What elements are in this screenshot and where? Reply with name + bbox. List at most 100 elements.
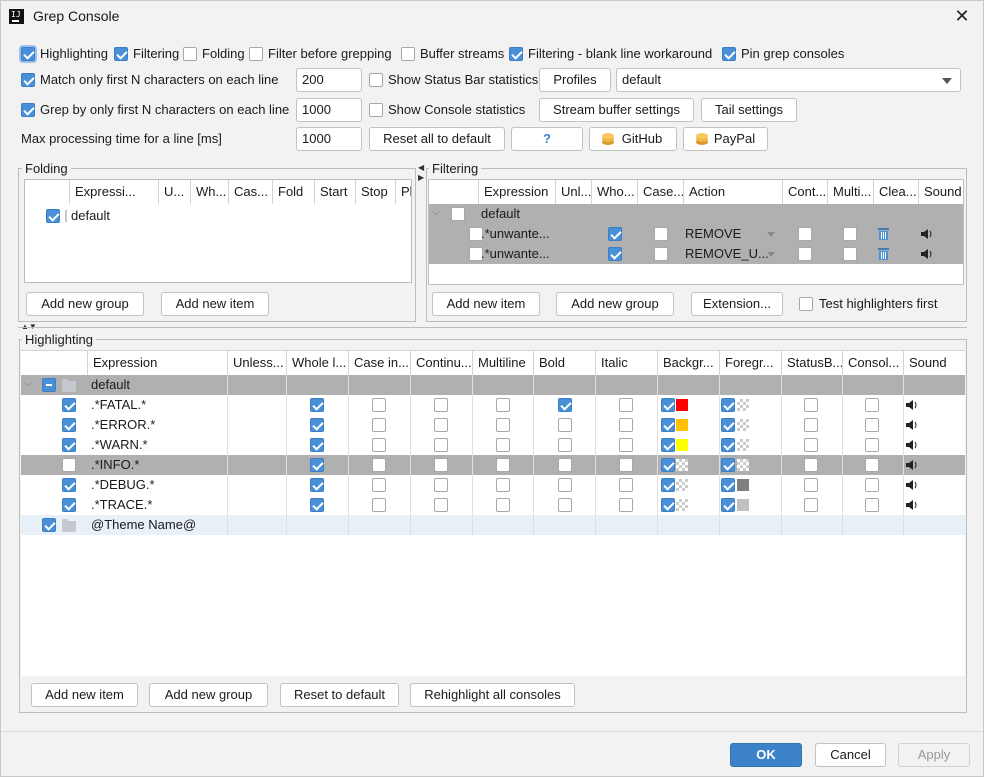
- folding-default-checkbox[interactable]: [46, 209, 60, 223]
- speaker-icon[interactable]: [906, 499, 918, 511]
- filtering-row-case-checkbox[interactable]: [654, 247, 668, 261]
- hl-row-multiline-checkbox[interactable]: [496, 438, 510, 452]
- folding-add-item-button[interactable]: Add new item: [161, 292, 269, 316]
- filtering-row[interactable]: .*unwante... REMOVE: [429, 224, 963, 244]
- hl-row-console-checkbox[interactable]: [865, 418, 879, 432]
- folding-col-placeholder[interactable]: Pla...: [396, 180, 411, 204]
- filtering-row-continue-checkbox[interactable]: [798, 227, 812, 241]
- filtering-row-expression[interactable]: .*unwante...: [481, 224, 553, 244]
- filtering-row-continue-checkbox[interactable]: [798, 247, 812, 261]
- hl-col-unless[interactable]: Unless...: [228, 351, 287, 375]
- ok-button[interactable]: OK: [730, 743, 802, 767]
- hl-col-italic[interactable]: Italic: [596, 351, 658, 375]
- profiles-button[interactable]: Profiles: [539, 68, 611, 92]
- hl-row-multiline-checkbox[interactable]: [496, 458, 510, 472]
- hl-col-bold[interactable]: Bold: [534, 351, 596, 375]
- hl-row-whole-checkbox[interactable]: [310, 498, 324, 512]
- hl-row-statusbar-checkbox[interactable]: [804, 478, 818, 492]
- filtering-row-case-checkbox[interactable]: [654, 227, 668, 241]
- grep-first-n-checkbox[interactable]: [21, 103, 35, 117]
- hl-row-bg-checkbox[interactable]: [661, 418, 675, 432]
- extension-button[interactable]: Extension...: [691, 292, 783, 316]
- hl-row-whole-checkbox[interactable]: [310, 438, 324, 452]
- filtering-row-action[interactable]: REMOVE: [685, 224, 741, 244]
- hl-row-fg-checkbox[interactable]: [721, 398, 735, 412]
- filtering-row-action[interactable]: REMOVE_U...: [685, 244, 769, 264]
- filtering-row-multiline-checkbox[interactable]: [843, 247, 857, 261]
- apply-button[interactable]: Apply: [898, 743, 970, 767]
- hl-row-case-checkbox[interactable]: [372, 458, 386, 472]
- hl-row-enabled-checkbox[interactable]: [62, 478, 76, 492]
- hl-col-statusbar[interactable]: StatusB...: [782, 351, 843, 375]
- hl-row-bold-checkbox[interactable]: [558, 478, 572, 492]
- hl-row-fg-checkbox[interactable]: [721, 438, 735, 452]
- filtering-row-multiline-checkbox[interactable]: [843, 227, 857, 241]
- hl-row-multiline-checkbox[interactable]: [496, 498, 510, 512]
- hl-row-enabled-checkbox[interactable]: [62, 458, 76, 472]
- cancel-button[interactable]: Cancel: [815, 743, 886, 767]
- hl-add-item-button[interactable]: Add new item: [31, 683, 138, 707]
- hl-row-whole-checkbox[interactable]: [310, 458, 324, 472]
- match-first-n-input[interactable]: 200: [296, 68, 362, 92]
- hl-row-continue-checkbox[interactable]: [434, 478, 448, 492]
- hl-row-continue-checkbox[interactable]: [434, 398, 448, 412]
- stream-buffer-settings-button[interactable]: Stream buffer settings: [539, 98, 694, 122]
- hl-row-expression[interactable]: .*TRACE.*: [91, 495, 152, 515]
- hl-row-bg-swatch[interactable]: [676, 419, 688, 431]
- hl-row-enabled-checkbox[interactable]: [62, 418, 76, 432]
- hl-row-bg-checkbox[interactable]: [661, 458, 675, 472]
- filtering-col-case[interactable]: Case...: [638, 180, 684, 204]
- reset-all-button[interactable]: Reset all to default: [369, 127, 505, 151]
- filtering-group-checkbox[interactable]: [451, 207, 465, 221]
- hl-row-info[interactable]: .*INFO.*: [21, 455, 965, 475]
- hl-row-continue-checkbox[interactable]: [434, 498, 448, 512]
- hl-row-trace[interactable]: .*TRACE.*: [21, 495, 965, 515]
- hl-row-continue-checkbox[interactable]: [434, 438, 448, 452]
- blank-line-workaround-checkbox[interactable]: [509, 47, 523, 61]
- speaker-icon[interactable]: [906, 399, 918, 411]
- buffer-streams-checkbox[interactable]: [401, 47, 415, 61]
- hl-row-bold-checkbox[interactable]: [558, 438, 572, 452]
- hl-row-italic-checkbox[interactable]: [619, 498, 633, 512]
- filtering-col-expression[interactable]: Expression: [479, 180, 556, 204]
- hl-row-whole-checkbox[interactable]: [310, 478, 324, 492]
- hl-row-expression[interactable]: .*WARN.*: [91, 435, 148, 455]
- splitter-right-arrow-icon[interactable]: ▶: [418, 174, 424, 182]
- hl-row-multiline-checkbox[interactable]: [496, 398, 510, 412]
- hl-row-fg-swatch[interactable]: [737, 399, 749, 411]
- folding-checkbox[interactable]: [183, 47, 197, 61]
- hl-add-group-button[interactable]: Add new group: [149, 683, 268, 707]
- splitter-left-arrow-icon[interactable]: ◀: [418, 164, 424, 172]
- folding-col-start[interactable]: Start: [315, 180, 356, 204]
- hl-row-italic-checkbox[interactable]: [619, 418, 633, 432]
- hl-col-background[interactable]: Backgr...: [658, 351, 720, 375]
- hl-row-expression[interactable]: .*INFO.*: [91, 455, 139, 475]
- folding-col-case[interactable]: Cas...: [229, 180, 273, 204]
- hl-col-console[interactable]: Consol...: [843, 351, 904, 375]
- hl-row-fg-swatch[interactable]: [737, 419, 749, 431]
- hl-row-fg-checkbox[interactable]: [721, 478, 735, 492]
- hl-row-expression[interactable]: .*FATAL.*: [91, 395, 146, 415]
- filtering-col-unless[interactable]: Unl...: [556, 180, 592, 204]
- hl-row-whole-checkbox[interactable]: [310, 398, 324, 412]
- hl-row-bg-checkbox[interactable]: [661, 478, 675, 492]
- hl-row-case-checkbox[interactable]: [372, 418, 386, 432]
- status-bar-stats-checkbox[interactable]: [369, 73, 383, 87]
- filtering-row-expression[interactable]: .*unwante...: [481, 244, 553, 264]
- folding-col-unless[interactable]: U...: [159, 180, 191, 204]
- filtering-checkbox[interactable]: [114, 47, 128, 61]
- hl-row-bg-swatch[interactable]: [676, 479, 688, 491]
- hl-col-multiline[interactable]: Multiline: [473, 351, 534, 375]
- profile-select[interactable]: default: [616, 68, 961, 92]
- hl-row-statusbar-checkbox[interactable]: [804, 418, 818, 432]
- hl-row-case-checkbox[interactable]: [372, 498, 386, 512]
- folding-add-group-button[interactable]: Add new group: [26, 292, 144, 316]
- hl-row-italic-checkbox[interactable]: [619, 398, 633, 412]
- hl-row-bg-checkbox[interactable]: [661, 438, 675, 452]
- hl-theme-checkbox[interactable]: [42, 518, 56, 532]
- hl-row-enabled-checkbox[interactable]: [62, 438, 76, 452]
- hl-row-warn[interactable]: .*WARN.*: [21, 435, 965, 455]
- filter-before-grepping-checkbox[interactable]: [249, 47, 263, 61]
- hl-col-expression[interactable]: Expression: [88, 351, 228, 375]
- hl-row-bg-swatch[interactable]: [676, 439, 688, 451]
